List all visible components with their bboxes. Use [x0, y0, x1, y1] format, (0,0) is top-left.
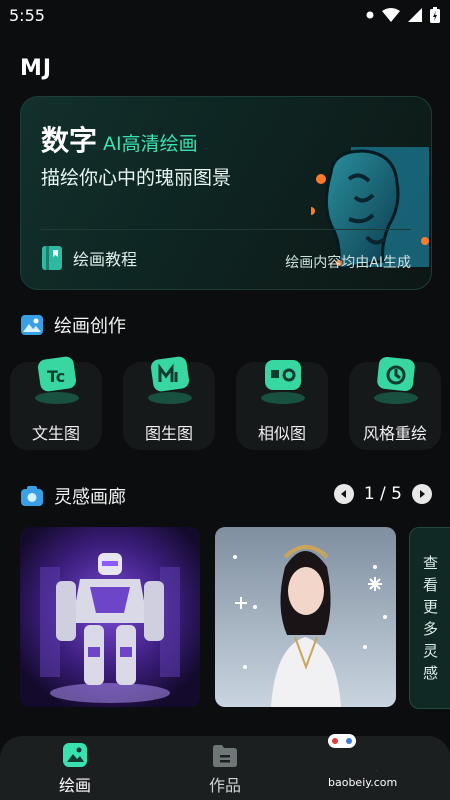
creation-tools: Tc 文生图 图生图 相似图 风格重绘 [10, 356, 450, 452]
draw-tab-icon [63, 743, 87, 767]
pager-next-button[interactable] [412, 484, 432, 504]
see-more-char: 感 [422, 664, 438, 682]
see-more-char: 更 [422, 598, 438, 616]
see-more-char: 看 [422, 576, 438, 594]
gallery-section-header: 灵感画廊 [20, 483, 126, 509]
image-to-image-icon [148, 356, 192, 404]
gallery-card-portrait[interactable] [215, 527, 396, 707]
see-more-inspiration[interactable]: 查 看 更 多 灵 感 [409, 527, 450, 709]
gallery-section-title: 灵感画廊 [54, 487, 126, 508]
hero-subtitle: 描绘你心中的瑰丽图景 [41, 167, 232, 189]
text-to-image-icon: Tc [35, 356, 79, 404]
tool-label: 图生图 [144, 424, 193, 443]
svg-text:baobeiy.com: baobeiy.com [328, 776, 397, 789]
see-more-char: 查 [422, 554, 438, 572]
tool-text-to-image[interactable]: Tc 文生图 [10, 356, 102, 450]
picture-icon [21, 315, 43, 335]
cell-signal-icon [408, 8, 422, 22]
hero-divider [41, 229, 411, 230]
ai-generated-note: 绘画内容均由AI生成 [285, 255, 411, 271]
tool-label: 文生图 [31, 424, 80, 443]
battery-icon [430, 7, 440, 23]
svg-text:宝贝游戏网: 宝贝游戏网 [300, 751, 400, 775]
hero-accent-text: AI高清绘画 [103, 133, 198, 155]
gallery-card-robot[interactable] [20, 527, 200, 707]
site-watermark: 宝贝游戏网 baobeiy.com [300, 734, 401, 789]
wifi-icon [382, 8, 400, 22]
gallery-pager: 1 / 5 [333, 484, 432, 504]
pager-prev-button[interactable] [333, 484, 354, 504]
triangle-left-icon [340, 490, 346, 498]
tool-label: 风格重绘 [362, 424, 427, 443]
hero-headline: 数字 [41, 124, 98, 157]
hero-headline-row: 数字 AI高清绘画 [41, 119, 198, 159]
see-more-char: 灵 [422, 642, 438, 660]
status-bar: 5:55 [0, 0, 450, 32]
status-time: 5:55 [9, 6, 45, 25]
tool-style-redraw[interactable]: 风格重绘 [349, 356, 441, 450]
status-icons [366, 7, 440, 23]
book-icon [42, 246, 62, 270]
app-title: MJ [20, 56, 53, 81]
nav-tab-works[interactable]: 作品 [185, 742, 265, 796]
camera-icon [21, 486, 43, 506]
portrait-artwork [215, 527, 396, 707]
svg-text:Tc: Tc [47, 367, 65, 386]
style-redraw-icon [374, 356, 418, 404]
triangle-right-icon [420, 490, 425, 498]
nav-label: 作品 [208, 776, 241, 795]
folder-icon [213, 745, 237, 767]
creation-section-header: 绘画创作 [20, 312, 126, 338]
tool-label: 相似图 [257, 424, 306, 443]
robot-artwork [20, 527, 200, 707]
signal-dot-icon [366, 11, 374, 19]
pager-indicator: 1 / 5 [363, 484, 402, 504]
drawing-tutorial-link[interactable]: 绘画教程 [41, 245, 137, 271]
see-more-char: 多 [422, 620, 438, 638]
tool-similar-image[interactable]: 相似图 [236, 360, 328, 450]
tool-image-to-image[interactable]: 图生图 [123, 356, 215, 450]
nav-tab-draw[interactable]: 绘画 [35, 742, 115, 796]
tutorial-label: 绘画教程 [73, 250, 138, 269]
nav-label: 绘画 [58, 776, 91, 795]
similar-image-icon [261, 360, 305, 404]
hero-banner[interactable]: 数字 AI高清绘画 描绘你心中的瑰丽图景 绘画教程 绘画内容均由AI生成 [20, 96, 432, 290]
creation-section-title: 绘画创作 [54, 316, 126, 337]
